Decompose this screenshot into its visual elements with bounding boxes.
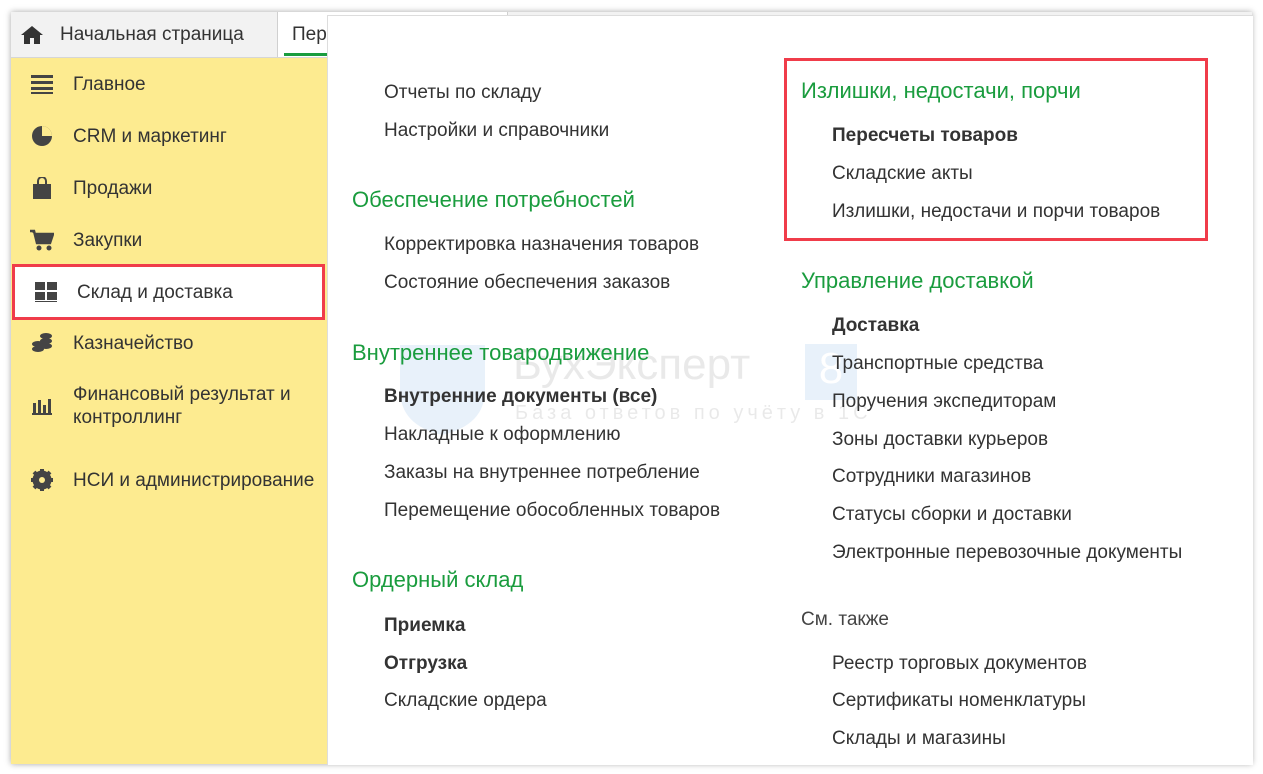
link-item[interactable]: Складские ордера <box>384 690 547 712</box>
coins-icon <box>11 332 73 354</box>
sidebar-item-label: Казначейство <box>73 332 194 354</box>
sidebar-item-warehouse[interactable]: Склад и доставка <box>12 264 325 320</box>
warehouse-icon <box>15 282 77 302</box>
gear-icon <box>11 469 73 491</box>
link-item[interactable]: Склады и магазины <box>832 728 1006 750</box>
link-item[interactable]: Перемещение обособленных товаров <box>384 500 720 522</box>
sidebar-item-label: Склад и доставка <box>77 281 233 303</box>
pie-chart-icon <box>11 125 73 147</box>
sidebar-item-admin[interactable]: НСИ и администрирование <box>11 456 325 504</box>
see-also-title: См. также <box>801 609 889 630</box>
bar-chart-icon <box>11 397 73 415</box>
link-item[interactable]: Электронные перевозочные документы <box>832 542 1182 564</box>
tab-label: Пер <box>292 23 327 45</box>
section-title: Управление доставкой <box>801 268 1034 293</box>
link-item[interactable]: Приемка <box>384 615 465 637</box>
link-settings[interactable]: Настройки и справочники <box>384 120 609 142</box>
link-warehouse-reports[interactable]: Отчеты по складу <box>384 82 541 104</box>
link-item[interactable]: Складские акты <box>832 163 973 185</box>
link-item[interactable]: Статусы сборки и доставки <box>832 504 1072 526</box>
sidebar-item-label: CRM и маркетинг <box>73 125 227 147</box>
sidebar-item-label: Продажи <box>73 177 153 199</box>
menu-icon <box>11 74 73 94</box>
sidebar-item-label: Финансовый результат и контроллинг <box>73 384 291 428</box>
tab-label: Начальная страница <box>60 23 244 45</box>
tab-home[interactable]: Начальная страница <box>11 12 278 57</box>
sidebar-item-crm[interactable]: CRM и маркетинг <box>11 123 325 149</box>
home-icon <box>21 25 43 44</box>
section-title: Внутреннее товародвижение <box>352 340 650 365</box>
link-item[interactable]: Зоны доставки курьеров <box>832 429 1048 451</box>
link-item[interactable]: Корректировка назначения товаров <box>384 234 699 256</box>
link-item[interactable]: Сертификаты номенклатуры <box>832 690 1086 712</box>
section-title: Обеспечение потребностей <box>352 187 635 212</box>
link-item[interactable]: Внутренние документы (все) <box>384 386 657 408</box>
section-title: Ордерный склад <box>352 567 524 592</box>
link-item[interactable]: Реестр торговых документов <box>832 653 1087 675</box>
sidebar-item-sales[interactable]: Продажи <box>11 175 325 201</box>
cart-icon <box>11 229 73 251</box>
link-item[interactable]: Излишки, недостачи и порчи товаров <box>832 201 1160 223</box>
shopping-bag-icon <box>11 177 73 199</box>
link-item[interactable]: Заказы на внутреннее потребление <box>384 462 700 484</box>
sidebar-item-treasury[interactable]: Казначейство <box>11 330 325 356</box>
sidebar-item-main[interactable]: Главное <box>11 71 325 97</box>
link-item[interactable]: Состояние обеспечения заказов <box>384 272 670 294</box>
link-item[interactable]: Сотрудники магазинов <box>832 466 1031 488</box>
link-item[interactable]: Отгрузка <box>384 653 467 675</box>
section-title: Излишки, недостачи, порчи <box>801 78 1081 103</box>
link-item[interactable]: Пересчеты товаров <box>832 125 1018 147</box>
link-item[interactable]: Доставка <box>832 315 919 337</box>
link-item[interactable]: Транспортные средства <box>832 353 1043 375</box>
link-item[interactable]: Поручения экспедиторам <box>832 391 1056 413</box>
sidebar-item-purchases[interactable]: Закупки <box>11 227 325 253</box>
sidebar-item-label: Закупки <box>73 229 143 251</box>
link-item[interactable]: Накладные к оформлению <box>384 424 621 446</box>
sidebar: Главное CRM и маркетинг Продажи Закупки … <box>11 58 327 764</box>
sidebar-item-finance[interactable]: Финансовый результат и контроллинг <box>11 382 325 430</box>
sidebar-item-label: НСИ и администрирование <box>73 469 315 491</box>
sidebar-item-label: Главное <box>73 73 146 95</box>
